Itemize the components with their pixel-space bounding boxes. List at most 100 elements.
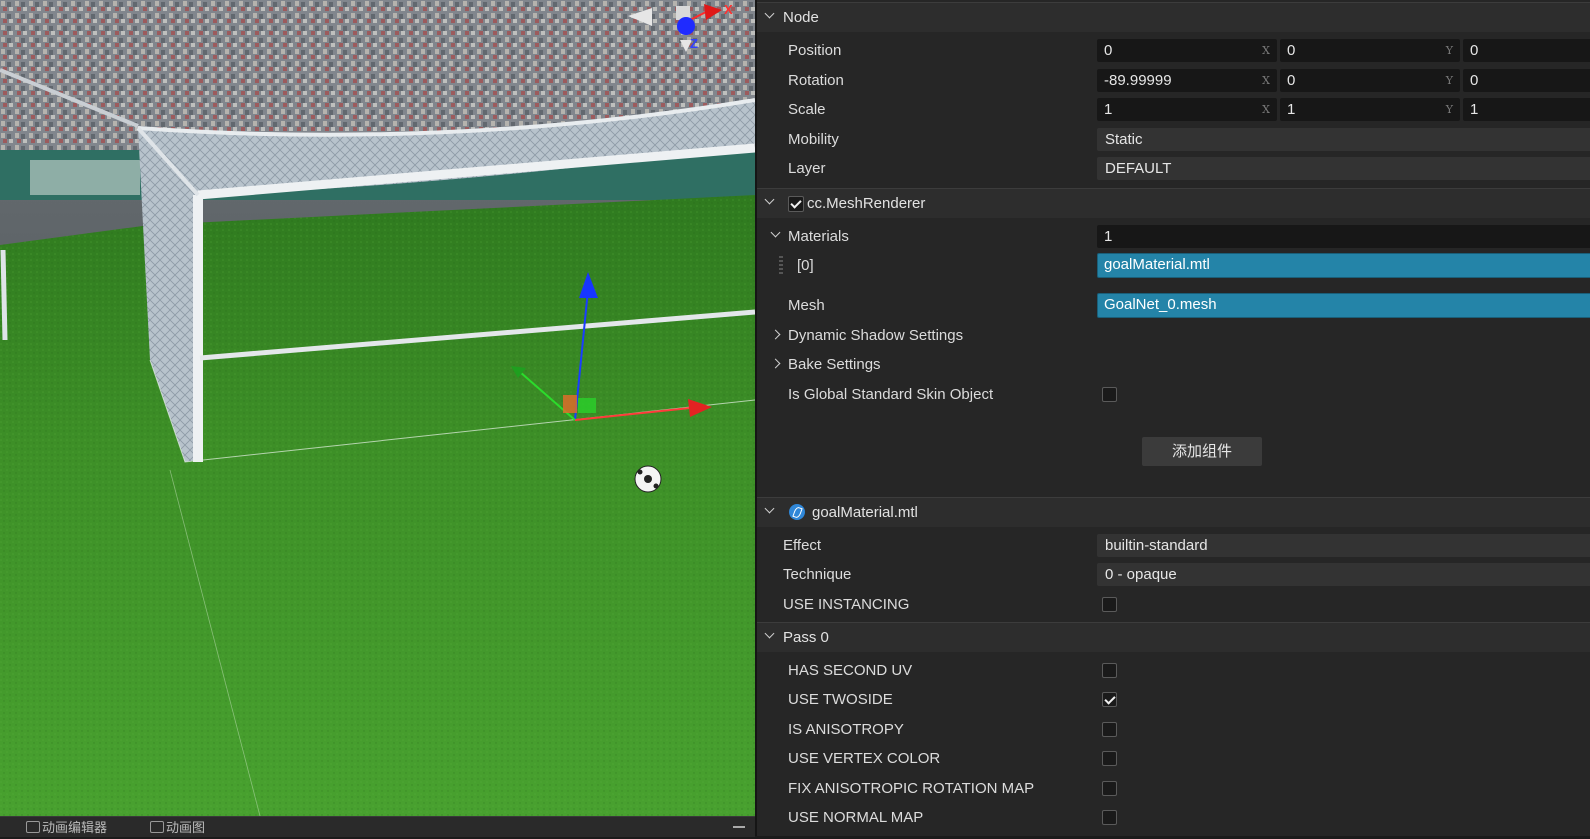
section-node-header[interactable]: Node: [757, 2, 1590, 32]
bottom-panel-tabs: 动画编辑器 动画图: [0, 816, 755, 837]
position-label: Position: [788, 42, 842, 59]
scale-z-value: 1: [1470, 101, 1479, 118]
fix-aniso-checkbox[interactable]: [1102, 781, 1117, 796]
chevron-down-icon[interactable]: [764, 8, 775, 19]
scale-x-value: 1: [1104, 101, 1113, 118]
position-x-value: 0: [1104, 42, 1113, 59]
section-material-header[interactable]: goalMaterial.mtl: [757, 497, 1590, 527]
tab-animation-editor[interactable]: 动画编辑器: [22, 817, 107, 837]
chevron-down-icon[interactable]: [764, 194, 775, 205]
material-icon: [789, 504, 805, 520]
animation-graph-icon: [150, 821, 164, 833]
use-vertex-color-row: USE VERTEX COLOR: [757, 743, 1590, 773]
position-z-value: 0: [1470, 42, 1479, 59]
materials-label: Materials: [788, 228, 849, 245]
position-z-field[interactable]: 0: [1463, 39, 1590, 62]
mobility-label: Mobility: [788, 131, 839, 148]
mobility-select[interactable]: Static: [1097, 128, 1590, 151]
scene-render: X Z: [0, 0, 755, 816]
animation-editor-icon: [26, 821, 40, 833]
materials-count-field[interactable]: 1: [1097, 225, 1590, 248]
layer-row: Layer DEFAULT: [757, 153, 1590, 183]
axis-y-label: Y: [1445, 74, 1453, 87]
global-skin-checkbox[interactable]: [1102, 387, 1117, 402]
scale-y-field[interactable]: 1Y: [1280, 98, 1460, 121]
is-anisotropy-label: IS ANISOTROPY: [788, 721, 904, 738]
use-twoside-checkbox[interactable]: [1102, 692, 1117, 707]
axis-y-label: Y: [1445, 103, 1453, 116]
section-meshrenderer-title: cc.MeshRenderer: [807, 195, 926, 212]
layer-select[interactable]: DEFAULT: [1097, 157, 1590, 180]
material-0-asset-field[interactable]: goalMaterial.mtl: [1097, 253, 1590, 278]
global-skin-label: Is Global Standard Skin Object: [788, 386, 994, 403]
drag-handle-icon[interactable]: [779, 256, 783, 276]
rotation-row: Rotation -89.99999 X 0Y 0: [757, 65, 1590, 95]
use-normal-map-checkbox[interactable]: [1102, 810, 1117, 825]
use-normal-map-label: USE NORMAL MAP: [788, 809, 924, 826]
technique-label: Technique: [783, 566, 852, 583]
mesh-value: GoalNet_0.mesh: [1104, 296, 1217, 313]
use-vertex-color-checkbox[interactable]: [1102, 751, 1117, 766]
use-twoside-row: USE TWOSIDE: [757, 684, 1590, 714]
scale-x-field[interactable]: 1X: [1097, 98, 1277, 121]
has-second-uv-row: HAS SECOND UV: [757, 655, 1590, 685]
materials-count-value: 1: [1104, 228, 1113, 245]
use-instancing-label: USE INSTANCING: [783, 596, 910, 613]
minimize-icon[interactable]: [733, 826, 745, 828]
mobility-value: Static: [1105, 131, 1143, 148]
section-meshrenderer-header[interactable]: cc.MeshRenderer: [757, 188, 1590, 218]
scale-z-field[interactable]: 1: [1463, 98, 1590, 121]
rotation-x-value: -89.99999: [1104, 72, 1172, 89]
dynamic-shadow-label: Dynamic Shadow Settings: [788, 327, 964, 344]
rotation-y-value: 0: [1287, 72, 1296, 89]
use-twoside-label: USE TWOSIDE: [788, 691, 893, 708]
chevron-right-icon[interactable]: [770, 358, 781, 369]
scale-label: Scale: [788, 101, 826, 118]
rotation-x-field[interactable]: -89.99999 X: [1097, 69, 1277, 92]
material-0-row: [0] goalMaterial.mtl: [757, 250, 1590, 280]
position-x-field[interactable]: 0X: [1097, 39, 1277, 62]
axis-x-label: X: [1262, 44, 1270, 57]
chevron-right-icon[interactable]: [770, 329, 781, 340]
component-enabled-checkbox[interactable]: [788, 196, 804, 212]
rotation-z-field[interactable]: 0: [1463, 69, 1590, 92]
layer-label: Layer: [788, 160, 826, 177]
axis-y-label: Y: [1445, 44, 1453, 57]
section-pass0-header[interactable]: Pass 0: [757, 622, 1590, 652]
position-y-value: 0: [1287, 42, 1296, 59]
tab-animation-graph-label: 动画图: [166, 820, 206, 835]
has-second-uv-label: HAS SECOND UV: [788, 662, 913, 679]
add-component-button[interactable]: 添加组件: [1142, 437, 1262, 466]
effect-value: builtin-standard: [1105, 537, 1208, 554]
chevron-down-icon[interactable]: [764, 503, 775, 514]
effect-select[interactable]: builtin-standard: [1097, 534, 1590, 557]
technique-value: 0 - opaque: [1105, 566, 1177, 583]
axis-x-label: X: [1262, 74, 1270, 87]
scene-viewport[interactable]: X Z: [0, 0, 755, 816]
rotation-y-field[interactable]: 0Y: [1280, 69, 1460, 92]
is-anisotropy-checkbox[interactable]: [1102, 722, 1117, 737]
tab-animation-graph[interactable]: 动画图: [146, 817, 205, 837]
chevron-down-icon[interactable]: [764, 628, 775, 639]
dynamic-shadow-row[interactable]: Dynamic Shadow Settings: [757, 320, 1590, 350]
effect-row: Effect builtin-standard: [757, 530, 1590, 560]
chevron-down-icon[interactable]: [770, 227, 781, 238]
bake-settings-row[interactable]: Bake Settings: [757, 349, 1590, 379]
section-pass0-title: Pass 0: [783, 629, 829, 646]
technique-select[interactable]: 0 - opaque: [1097, 563, 1590, 586]
mobility-row: Mobility Static: [757, 124, 1590, 154]
use-instancing-checkbox[interactable]: [1102, 597, 1117, 612]
effect-label: Effect: [783, 537, 822, 554]
material-0-label: [0]: [797, 257, 814, 274]
has-second-uv-checkbox[interactable]: [1102, 663, 1117, 678]
bake-settings-label: Bake Settings: [788, 356, 881, 373]
materials-row: Materials 1: [757, 221, 1590, 251]
mesh-row: Mesh GoalNet_0.mesh: [757, 290, 1590, 320]
global-skin-row: Is Global Standard Skin Object: [757, 379, 1590, 409]
position-y-field[interactable]: 0Y: [1280, 39, 1460, 62]
use-normal-map-row: USE NORMAL MAP: [757, 802, 1590, 832]
section-node-title: Node: [783, 9, 819, 26]
gizmo-x-label: X: [724, 2, 733, 17]
mesh-asset-field[interactable]: GoalNet_0.mesh: [1097, 293, 1590, 318]
is-anisotropy-row: IS ANISOTROPY: [757, 714, 1590, 744]
